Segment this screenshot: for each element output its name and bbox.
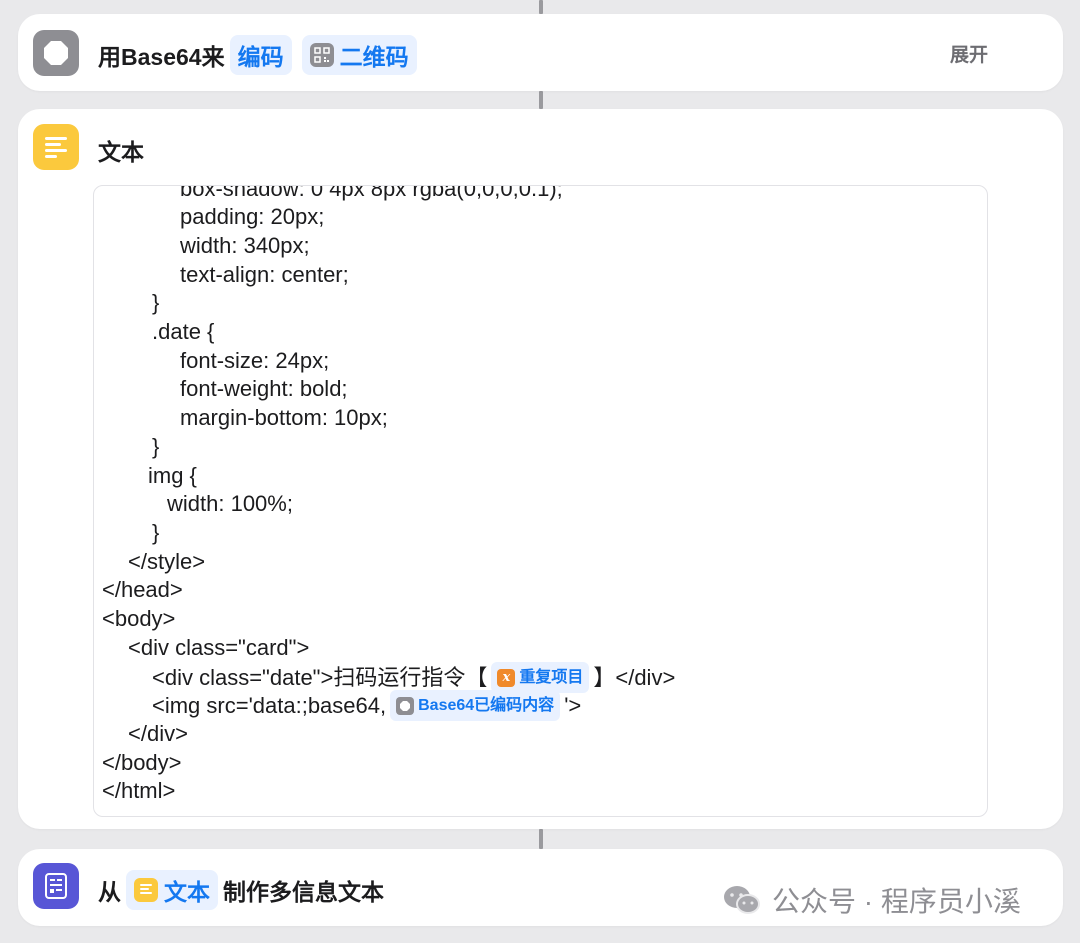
code-line: <body> xyxy=(102,606,176,631)
code-line-with-variable: <div class="date">扫码运行指令【 x 重复项目 】</div> xyxy=(152,662,675,693)
base64-octagon-icon xyxy=(396,696,415,715)
action-card-base64[interactable]: 用Base64来 编码 二维码 展开 xyxy=(18,14,1063,91)
code-line: } xyxy=(152,434,160,459)
code-line: <div class="card"> xyxy=(128,635,310,660)
wechat-watermark: 公众号 · 程序员小溪 xyxy=(722,880,1021,920)
action-card-text[interactable]: 文本 box-shadow: 0 4px 8px rgba(0,0,0,0.1)… xyxy=(18,109,1063,829)
action-title: 从 文本 制作多信息文本 xyxy=(98,870,384,910)
text-variable-token[interactable]: 文本 xyxy=(126,870,218,910)
code-line: width: 340px; xyxy=(180,233,310,258)
text-content-field[interactable]: box-shadow: 0 4px 8px rgba(0,0,0,0.1); p… xyxy=(93,185,988,817)
flow-connector-top xyxy=(539,0,543,14)
expand-button[interactable]: 展开 xyxy=(950,40,988,67)
base64-encoded-label: Base64已编码内容 xyxy=(418,697,555,714)
code-text: '> xyxy=(564,693,582,718)
text-variable-label: 文本 xyxy=(164,879,210,905)
action-title: 用Base64来 编码 二维码 xyxy=(98,35,422,75)
base64-action-icon xyxy=(33,30,79,76)
code-line: margin-bottom: 10px; xyxy=(180,405,388,430)
code-line: } xyxy=(152,520,160,545)
repeat-item-variable-token[interactable]: x 重复项目 xyxy=(491,662,590,693)
text-action-icon xyxy=(33,124,79,170)
code-line: font-size: 24px; xyxy=(180,348,330,373)
action-prefix: 用Base64来 xyxy=(98,44,225,70)
code-line: </body> xyxy=(102,750,182,775)
code-line: </style> xyxy=(128,549,206,574)
code-line: box-shadow: 0 4px 8px rgba(0,0,0,0.1); xyxy=(180,185,563,201)
action-prefix: 从 xyxy=(98,879,121,905)
variable-x-icon: x xyxy=(497,668,516,687)
code-line: .date { xyxy=(152,319,215,344)
code-line: padding: 20px; xyxy=(180,204,325,229)
code-line: </div> xyxy=(128,721,188,746)
code-line: text-align: center; xyxy=(180,262,349,287)
qr-code-label: 二维码 xyxy=(339,44,409,70)
repeat-item-label: 重复项目 xyxy=(519,669,584,686)
code-line: width: 100%; xyxy=(167,491,293,516)
action-suffix: 制作多信息文本 xyxy=(223,879,384,905)
qr-code-variable-token[interactable]: 二维码 xyxy=(301,35,417,75)
code-line: } xyxy=(152,290,160,315)
text-icon xyxy=(134,878,158,902)
code-line: </head> xyxy=(102,577,183,602)
code-text: <div class="date">扫码运行指令【 xyxy=(152,665,488,690)
base64-encoded-variable-token[interactable]: Base64已编码内容 xyxy=(390,690,561,721)
encode-mode-token[interactable]: 编码 xyxy=(229,35,292,75)
rich-text-action-icon xyxy=(33,863,79,909)
wechat-icon xyxy=(724,886,760,914)
encode-mode-label: 编码 xyxy=(237,44,284,70)
flow-connector-2 xyxy=(539,829,543,849)
flow-connector-1 xyxy=(539,91,543,109)
action-title: 文本 xyxy=(98,133,144,167)
code-line: img { xyxy=(148,463,197,488)
text-action-title: 文本 xyxy=(98,139,144,165)
code-text: 】</div> xyxy=(593,665,676,690)
code-line: </html> xyxy=(102,778,176,803)
code-line-with-variable: <img src='data:;base64, Base64已编码内容 '> xyxy=(152,690,581,721)
code-line: font-weight: bold; xyxy=(180,376,348,401)
code-text: <img src='data:;base64, xyxy=(152,693,387,718)
qr-code-icon xyxy=(309,43,334,67)
watermark-text: 公众号 · 程序员小溪 xyxy=(772,886,1021,917)
